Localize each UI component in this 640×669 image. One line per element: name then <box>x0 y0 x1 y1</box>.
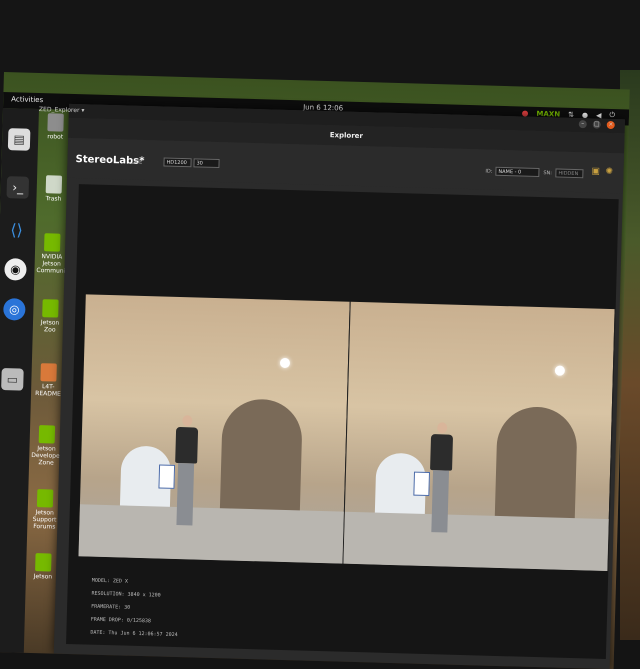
left-camera-view <box>78 294 351 564</box>
desktop-icon-jetson[interactable]: Jetson <box>28 553 59 581</box>
person-head <box>182 415 193 427</box>
vscode-icon[interactable]: ⟨⟩ <box>5 218 28 241</box>
stereo-preview <box>78 294 616 572</box>
person-torso <box>175 426 199 464</box>
drive-icon[interactable]: ▭ <box>1 368 24 391</box>
shopping-bag <box>413 471 430 497</box>
maximize-button[interactable]: □ <box>592 120 601 129</box>
desktop-icon-readme[interactable]: L4T-README <box>33 363 64 398</box>
wall-lamp <box>554 365 566 376</box>
obs-icon[interactable]: ◉ <box>4 258 27 281</box>
nvidia-icon <box>38 425 56 444</box>
person-legs <box>431 470 450 533</box>
fps-select[interactable]: 30 <box>193 158 220 169</box>
camera-id-select[interactable]: NAME - 0 <box>495 166 540 177</box>
video-viewer: MODEL: ZED X RESOLUTION: 3840 x 1200 FRA… <box>66 184 619 660</box>
camera-info-panel: MODEL: ZED X RESOLUTION: 3840 x 1200 FRA… <box>90 575 179 642</box>
trash-icon <box>45 175 63 194</box>
person-legs <box>176 463 195 526</box>
screen-bezel <box>0 0 640 80</box>
desktop-icon-robot[interactable]: robot <box>40 113 71 141</box>
serial-number-field[interactable]: HIDDEN <box>555 168 584 179</box>
nvidia-icon <box>35 553 52 572</box>
desktop-icon-devzone[interactable]: Jetson Developer Zone <box>31 425 62 467</box>
folder-icon <box>47 113 64 132</box>
desktop-icon-trash[interactable]: Trash <box>38 175 69 203</box>
right-camera-view <box>343 301 616 572</box>
person <box>171 415 200 536</box>
window-controls: – □ × <box>578 120 615 130</box>
desktop-icon-community[interactable]: NVIDIA Jetson Community <box>36 233 71 275</box>
chromium-icon[interactable]: ◎ <box>3 298 26 321</box>
nvidia-icon <box>42 299 59 318</box>
save-icon[interactable]: ▣ <box>591 166 600 176</box>
nvidia-icon <box>36 489 54 508</box>
desktop-icon-forums[interactable]: Jetson Support Forums <box>29 489 60 531</box>
files-icon[interactable]: ▤ <box>7 128 31 151</box>
explorer-window: ZED_Explorer ▾ – □ × Explorer StereoLabs… <box>39 103 625 669</box>
terminal-icon[interactable]: ›_ <box>6 176 30 199</box>
gear-icon[interactable]: ✺ <box>605 167 613 177</box>
live-label: LIVE <box>131 159 143 166</box>
sn-label: SN: <box>543 170 553 177</box>
floor <box>343 511 610 572</box>
shopping-bag <box>158 464 176 489</box>
minimize-button[interactable]: – <box>578 120 587 129</box>
activities-button[interactable]: Activities <box>11 95 43 104</box>
floor <box>78 504 345 564</box>
app-menu[interactable]: ZED_Explorer ▾ <box>39 106 85 114</box>
id-label: ID: <box>485 168 493 175</box>
record-icon[interactable] <box>522 109 529 117</box>
close-button[interactable]: × <box>606 120 615 130</box>
resolution-select[interactable]: HD1200 <box>163 157 192 168</box>
person <box>426 422 455 543</box>
folder-icon <box>40 363 57 382</box>
wall-lamp <box>279 357 291 369</box>
person-torso <box>430 434 454 471</box>
person-head <box>437 422 448 434</box>
desktop-icon-zoo[interactable]: Jetson Zoo <box>35 299 66 334</box>
nvidia-icon <box>44 233 61 252</box>
desktop: Activities Jun 6 12:06 MAXN ⇅ ● ◀ ⏻ ▤ ›_… <box>0 72 630 669</box>
